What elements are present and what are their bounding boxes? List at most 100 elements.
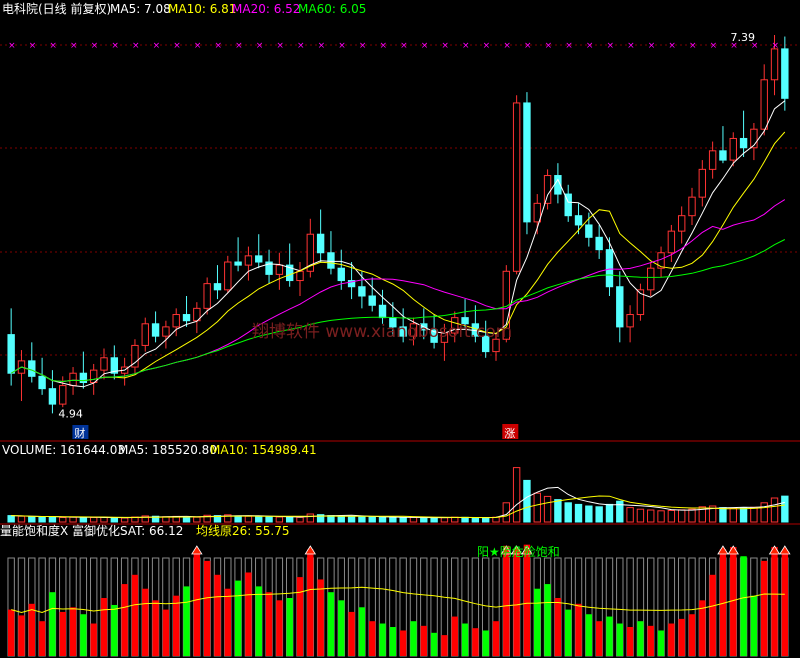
high-price-label: 7.39 — [731, 31, 756, 44]
indicator-bar — [69, 607, 77, 656]
ma5-label: MA5: 7.08 — [110, 2, 171, 16]
candle-body — [224, 261, 232, 291]
indicator-bar — [80, 614, 87, 656]
candle-body — [172, 314, 180, 328]
volume-bar — [89, 517, 98, 523]
indicator-bar — [513, 549, 520, 656]
signal-marker: × — [606, 41, 614, 51]
signal-marker: × — [173, 41, 181, 51]
indicator-bar — [338, 600, 345, 656]
candle-body — [616, 286, 624, 328]
indicator-bar — [781, 551, 789, 656]
candle-body — [698, 168, 707, 198]
indicator-bar — [203, 560, 211, 656]
watermark: 翔博软件 www.xiangbosoft.com — [252, 322, 512, 342]
candle-body — [48, 388, 57, 405]
volume-bar — [182, 516, 191, 523]
ma20-line — [10, 199, 786, 383]
signal-marker: × — [276, 41, 284, 51]
indicator-bar — [451, 616, 458, 656]
indicator-bar — [637, 621, 644, 656]
volume-bar — [368, 516, 376, 523]
volume-bar — [461, 516, 469, 523]
volume-bar — [605, 503, 614, 523]
up-arrow-icon — [779, 545, 791, 555]
indicator-bar — [142, 588, 149, 656]
candle-body — [151, 323, 160, 337]
volume-bar — [79, 517, 88, 523]
indicator-bar — [565, 609, 572, 656]
indicator-bar — [668, 623, 675, 656]
indicator-bar — [307, 549, 314, 656]
candle-body — [677, 215, 686, 232]
candle-body — [595, 236, 603, 251]
candle-body — [316, 233, 325, 254]
volume-bar — [28, 516, 36, 523]
volume-bar — [265, 516, 273, 523]
indicator-bar — [657, 630, 665, 656]
signal-marker: × — [462, 41, 470, 51]
signal-marker: × — [194, 41, 202, 51]
indicator-bar — [286, 598, 293, 656]
volume-bar — [739, 507, 748, 523]
signal-marker: × — [648, 41, 656, 51]
up-arrow-icon — [304, 545, 317, 555]
signal-marker: × — [586, 41, 594, 51]
indicator-bar — [492, 621, 500, 656]
candle-body — [213, 283, 222, 291]
volume-bar — [533, 492, 541, 523]
volume-bar — [420, 517, 428, 523]
indicator-bar — [585, 614, 593, 656]
volume-bar — [657, 510, 665, 523]
indicator-bar — [595, 621, 603, 656]
indicator-bar — [152, 600, 159, 656]
indicator-bar — [430, 632, 438, 656]
volume-bar — [677, 509, 686, 523]
volume-bar — [399, 517, 407, 523]
signal-marker: × — [524, 41, 532, 51]
indicator-bar — [750, 595, 758, 656]
volume-bar — [306, 513, 315, 523]
candle-body — [203, 283, 211, 309]
ma20-label: MA20: 6.52 — [232, 2, 300, 16]
candle-body — [729, 137, 737, 161]
volume-bar — [481, 517, 490, 523]
indicator-avg-label: 均线原26: 55.75 — [196, 524, 289, 538]
candle-body — [543, 175, 552, 204]
candle-body — [781, 48, 789, 99]
indicator-bar — [441, 635, 448, 656]
indicator-bar — [389, 627, 397, 656]
up-arrow-icon — [727, 545, 739, 555]
candle-body — [38, 375, 46, 390]
indicator-bar — [379, 623, 386, 656]
volume-bar — [69, 516, 77, 523]
volume-bar — [234, 515, 242, 523]
volume-bar — [647, 509, 655, 523]
volume-bar — [564, 502, 572, 523]
indicator-bar — [193, 553, 201, 656]
candle-body — [574, 215, 583, 226]
candle-body — [368, 295, 376, 306]
signal-marker: × — [8, 41, 16, 51]
candle-body — [605, 249, 614, 288]
volume-bar — [120, 517, 129, 523]
up-arrow-icon — [717, 545, 729, 555]
indicator-bar — [544, 584, 551, 656]
volume-bar — [110, 517, 119, 523]
volume-bar — [543, 495, 552, 523]
ma60-label: MA60: 6.05 — [298, 2, 366, 16]
up-arrow-icon — [191, 545, 203, 555]
volume-bar — [574, 503, 583, 523]
candle-body — [275, 264, 284, 275]
signal-marker: × — [297, 41, 305, 51]
candle-body — [719, 150, 727, 161]
indicator-bar — [740, 556, 747, 656]
indicator-bar — [461, 623, 469, 656]
candle-body — [585, 224, 593, 238]
signal-marker: × — [772, 41, 780, 51]
volume-bar — [750, 506, 758, 523]
indicator-bar — [771, 546, 778, 656]
signal-marker: × — [565, 41, 573, 51]
indicator-bar — [410, 621, 417, 656]
signal-marker: × — [29, 41, 37, 51]
